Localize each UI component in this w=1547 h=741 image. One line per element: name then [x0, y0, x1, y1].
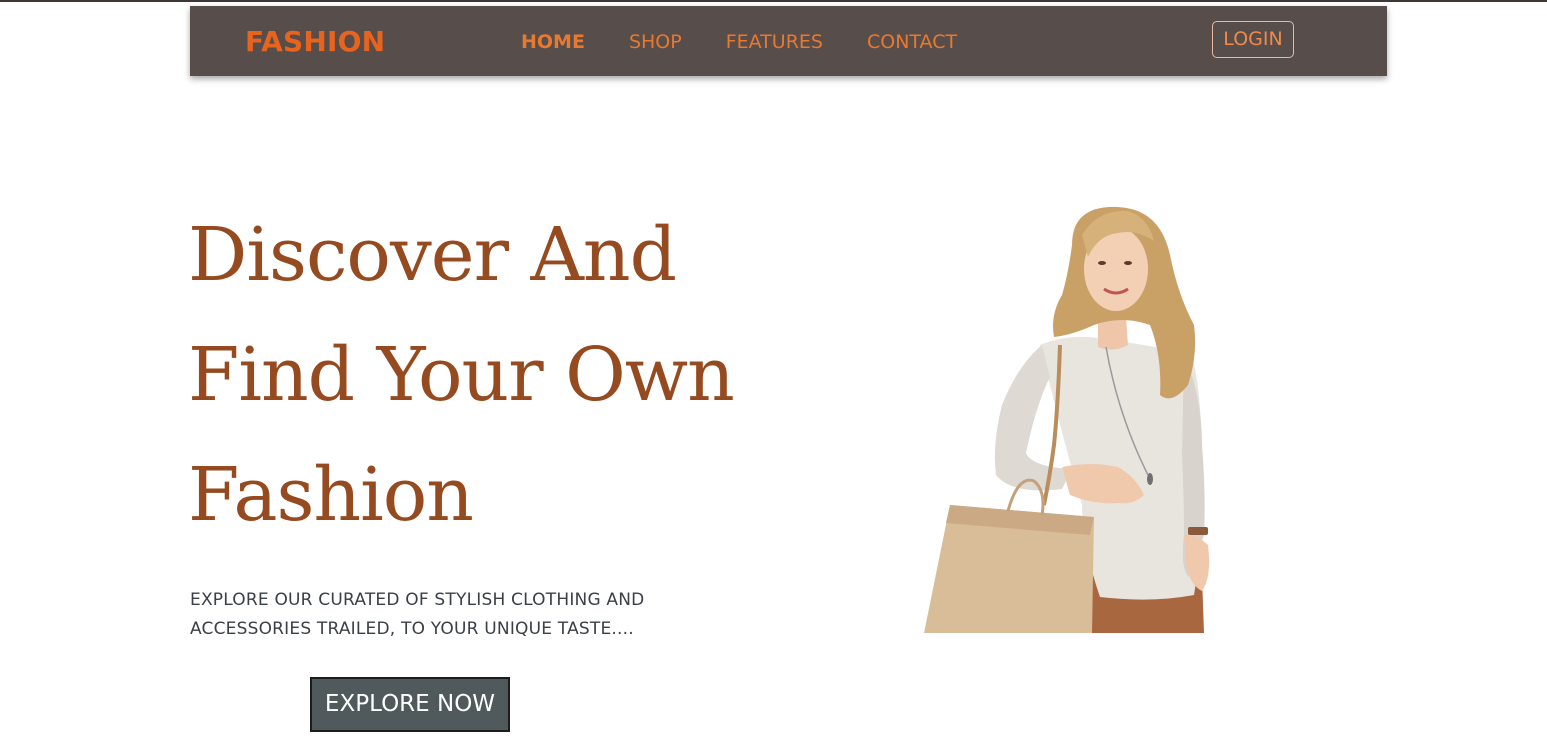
nav-link-contact[interactable]: CONTACT — [867, 29, 957, 53]
hero-title: Discover And Find Your Own Fashion — [188, 195, 748, 555]
hero-title-line: Discover And — [188, 212, 677, 298]
nav-links: HOME SHOP FEATURES CONTACT — [521, 6, 1001, 76]
hero-image — [924, 206, 1210, 633]
top-border-line — [0, 0, 1547, 2]
hero-subtitle-line: ACCESSORIES TRAILED, TO YOUR UNIQUE TAST… — [190, 619, 634, 639]
login-button[interactable]: LOGIN — [1212, 21, 1294, 58]
hero-title-line: Fashion — [188, 452, 474, 538]
explore-now-button[interactable]: EXPLORE NOW — [310, 677, 510, 732]
hero-subtitle: EXPLORE OUR CURATED OF STYLISH CLOTHING … — [190, 586, 710, 644]
nav-link-home[interactable]: HOME — [521, 29, 585, 53]
brand-logo[interactable]: FASHION — [245, 6, 385, 76]
nav-link-features[interactable]: FEATURES — [726, 29, 823, 53]
navbar: FASHION HOME SHOP FEATURES CONTACT LOGIN — [190, 6, 1387, 76]
hero-subtitle-line: EXPLORE OUR CURATED OF STYLISH CLOTHING … — [190, 590, 645, 610]
hero-title-line: Find Your Own — [188, 332, 735, 418]
nav-link-shop[interactable]: SHOP — [629, 29, 682, 53]
